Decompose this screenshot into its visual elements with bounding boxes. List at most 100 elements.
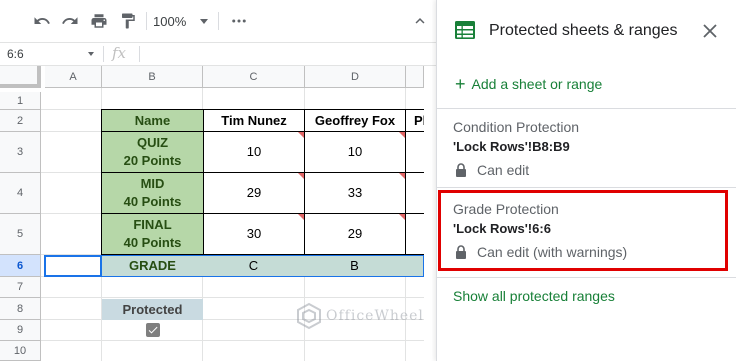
watermark: OfficeWheel [296, 302, 424, 330]
column-header-e[interactable] [406, 66, 424, 88]
formula-bar: 6:6 fx [0, 42, 436, 66]
row-header-7[interactable]: 7 [0, 277, 41, 298]
row-header-2[interactable]: 2 [0, 110, 41, 132]
column-header-b[interactable]: B [102, 66, 203, 88]
undo-icon[interactable] [30, 9, 54, 33]
redo-icon[interactable] [58, 9, 82, 33]
row-label-line: QUIZ [136, 135, 169, 150]
toolbar-separator [146, 12, 147, 30]
toolbar-separator [218, 12, 219, 30]
cell-value: 29 [246, 185, 262, 200]
table-cell[interactable] [406, 132, 424, 173]
comment-flag-icon [298, 173, 304, 179]
table-cell[interactable]: 29 [305, 214, 406, 255]
panel-divider [437, 108, 736, 109]
row-header-6[interactable]: 6 [0, 255, 41, 277]
table-header-cell[interactable]: Pl [406, 110, 424, 132]
lock-icon [456, 163, 466, 177]
chevron-down-icon [200, 18, 209, 24]
comment-flag-icon [399, 173, 405, 179]
comment-flag-icon [298, 214, 304, 220]
close-icon[interactable] [701, 22, 719, 40]
plus-icon: + [455, 74, 466, 94]
table-cell[interactable]: 10 [204, 132, 305, 173]
row-header-8[interactable]: 8 [0, 298, 41, 320]
print-icon[interactable] [87, 9, 111, 33]
protected-range-ref: 'Lock Rows'!B8:B9 [453, 139, 570, 154]
protected-ranges-panel: Protected sheets & ranges + Add a sheet … [436, 0, 736, 361]
gridline [41, 297, 424, 298]
panel-header: Protected sheets & ranges [437, 0, 736, 62]
panel-divider [437, 277, 736, 278]
toolbar: 100% [0, 0, 436, 42]
table-cell[interactable] [406, 214, 424, 255]
table-cell[interactable]: 10 [305, 132, 406, 173]
cell-value: 10 [246, 144, 262, 159]
show-all-protected-ranges-link[interactable]: Show all protected ranges [453, 288, 615, 304]
sheets-table-icon [455, 21, 475, 44]
name-box[interactable]: 6:6 [0, 43, 100, 65]
formula-separator [103, 46, 104, 62]
column-header-c[interactable]: C [203, 66, 305, 88]
row-label-line: FINAL [133, 217, 172, 232]
panel-title: Protected sheets & ranges [489, 22, 678, 39]
comment-flag-icon [399, 214, 405, 220]
grades-table: Name Tim Nunez Geoffrey Fox Pl QUIZ 20 P… [101, 109, 424, 255]
cell-value: 33 [347, 185, 363, 200]
row-header-9[interactable]: 9 [0, 320, 41, 341]
name-box-value: 6:6 [7, 47, 24, 61]
select-all-corner[interactable] [0, 66, 41, 88]
watermark-text: OfficeWheel [326, 308, 424, 324]
row-header-4[interactable]: 4 [0, 173, 41, 214]
active-cell[interactable] [44, 255, 102, 277]
cell-value: 10 [347, 144, 363, 159]
row-label-line: 40 Points [123, 235, 182, 250]
row-label-line: 40 Points [123, 194, 182, 209]
table-cell[interactable]: 29 [204, 173, 305, 214]
add-sheet-or-range-button[interactable]: + Add a sheet or range [455, 74, 603, 94]
column-header-a[interactable]: A [45, 66, 102, 88]
more-icon[interactable] [227, 9, 251, 33]
table-cell[interactable]: 30 [204, 214, 305, 255]
sheets-window: 100% 6:6 fx A B C D 1 2 3 4 5 6 7 8 9 10… [0, 0, 736, 361]
paint-format-icon[interactable] [116, 9, 140, 33]
table-cell[interactable]: 33 [305, 173, 406, 214]
table-row-label[interactable]: MID 40 Points [102, 173, 204, 214]
panel-divider [437, 187, 736, 188]
cell-value: 29 [347, 226, 363, 241]
table-row-label[interactable]: QUIZ 20 Points [102, 132, 204, 173]
table-row-label[interactable]: FINAL 40 Points [102, 214, 204, 255]
check-icon [148, 326, 157, 334]
protected-range-item[interactable]: Condition Protection 'Lock Rows'!B8:B9 C… [453, 119, 723, 178]
zoom-value: 100% [153, 13, 187, 29]
add-range-label: Add a sheet or range [471, 76, 603, 92]
highlight-annotation [438, 190, 728, 271]
row-header-3[interactable]: 3 [0, 132, 41, 173]
table-header-cell[interactable]: Geoffrey Fox [305, 110, 406, 132]
row-header-10[interactable]: 10 [0, 341, 41, 361]
protected-range-name: Condition Protection [453, 119, 580, 135]
cell-value: 30 [246, 226, 262, 241]
column-header-d[interactable]: D [305, 66, 406, 88]
protected-range-permission: Can edit [455, 162, 723, 178]
formula-separator [139, 46, 140, 62]
fx-icon: fx [112, 44, 127, 62]
row-label-line: MID [140, 176, 165, 191]
comment-flag-icon [399, 132, 405, 138]
zoom-select[interactable]: 100% [153, 11, 209, 31]
officewheel-logo-icon [297, 302, 321, 330]
gridline [41, 340, 424, 341]
comment-flag-icon [298, 132, 304, 138]
protected-checkbox[interactable] [145, 323, 160, 337]
row-label-line: 20 Points [123, 153, 182, 168]
table-header-cell[interactable]: Name [102, 110, 204, 132]
row-header-5[interactable]: 5 [0, 214, 41, 255]
table-header-cell[interactable]: Tim Nunez [204, 110, 305, 132]
table-cell[interactable] [406, 173, 424, 214]
chevron-down-icon [88, 52, 94, 56]
collapse-icon[interactable] [408, 9, 432, 33]
protected-label-cell[interactable]: Protected [102, 299, 203, 320]
row-header-1[interactable]: 1 [0, 92, 41, 110]
protected-checkbox-cell[interactable] [102, 320, 203, 340]
permission-label: Can edit [477, 162, 530, 178]
